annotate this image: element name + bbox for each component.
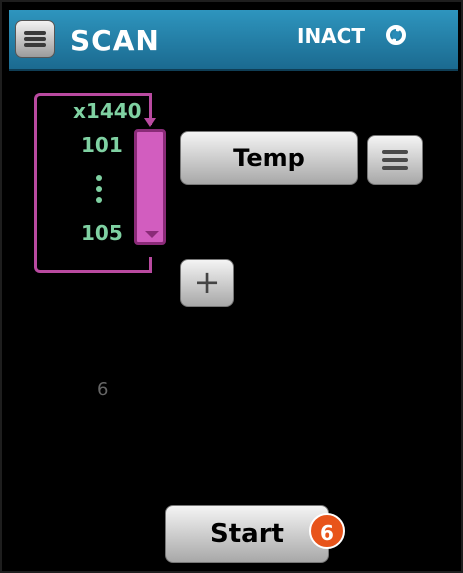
channel-start: 101 [81,133,123,157]
temp-button[interactable]: Temp [180,131,358,185]
list-button[interactable] [367,135,423,185]
header-bar: SCAN INACT [9,10,458,71]
page-title: SCAN [70,24,160,57]
loop-count: x1440 [73,99,142,123]
menu-icon [24,31,46,35]
channel-end: 105 [81,221,123,245]
scan-workspace: x1440 101 105 Temp + 6 Start 6 [9,71,458,568]
list-icon [382,150,408,154]
loop-arrow-icon [144,118,156,127]
refresh-icon[interactable] [383,22,409,48]
start-button[interactable]: Start [165,505,329,563]
instrument-screen: SCAN INACT x1440 101 105 Temp + 6 Start … [0,0,463,573]
add-step-button[interactable]: + [180,259,234,307]
ellipsis-dot [96,175,102,181]
channel-block[interactable] [134,129,166,245]
loop-bracket-tail-bottom [149,257,152,273]
ellipsis-dot [96,186,102,192]
step-count: 6 [97,379,109,400]
callout-badge: 6 [309,513,345,549]
ellipsis-dot [96,197,102,203]
menu-button[interactable] [15,20,55,58]
chevron-down-icon [145,231,159,238]
status-indicator[interactable]: INACT [297,24,365,48]
